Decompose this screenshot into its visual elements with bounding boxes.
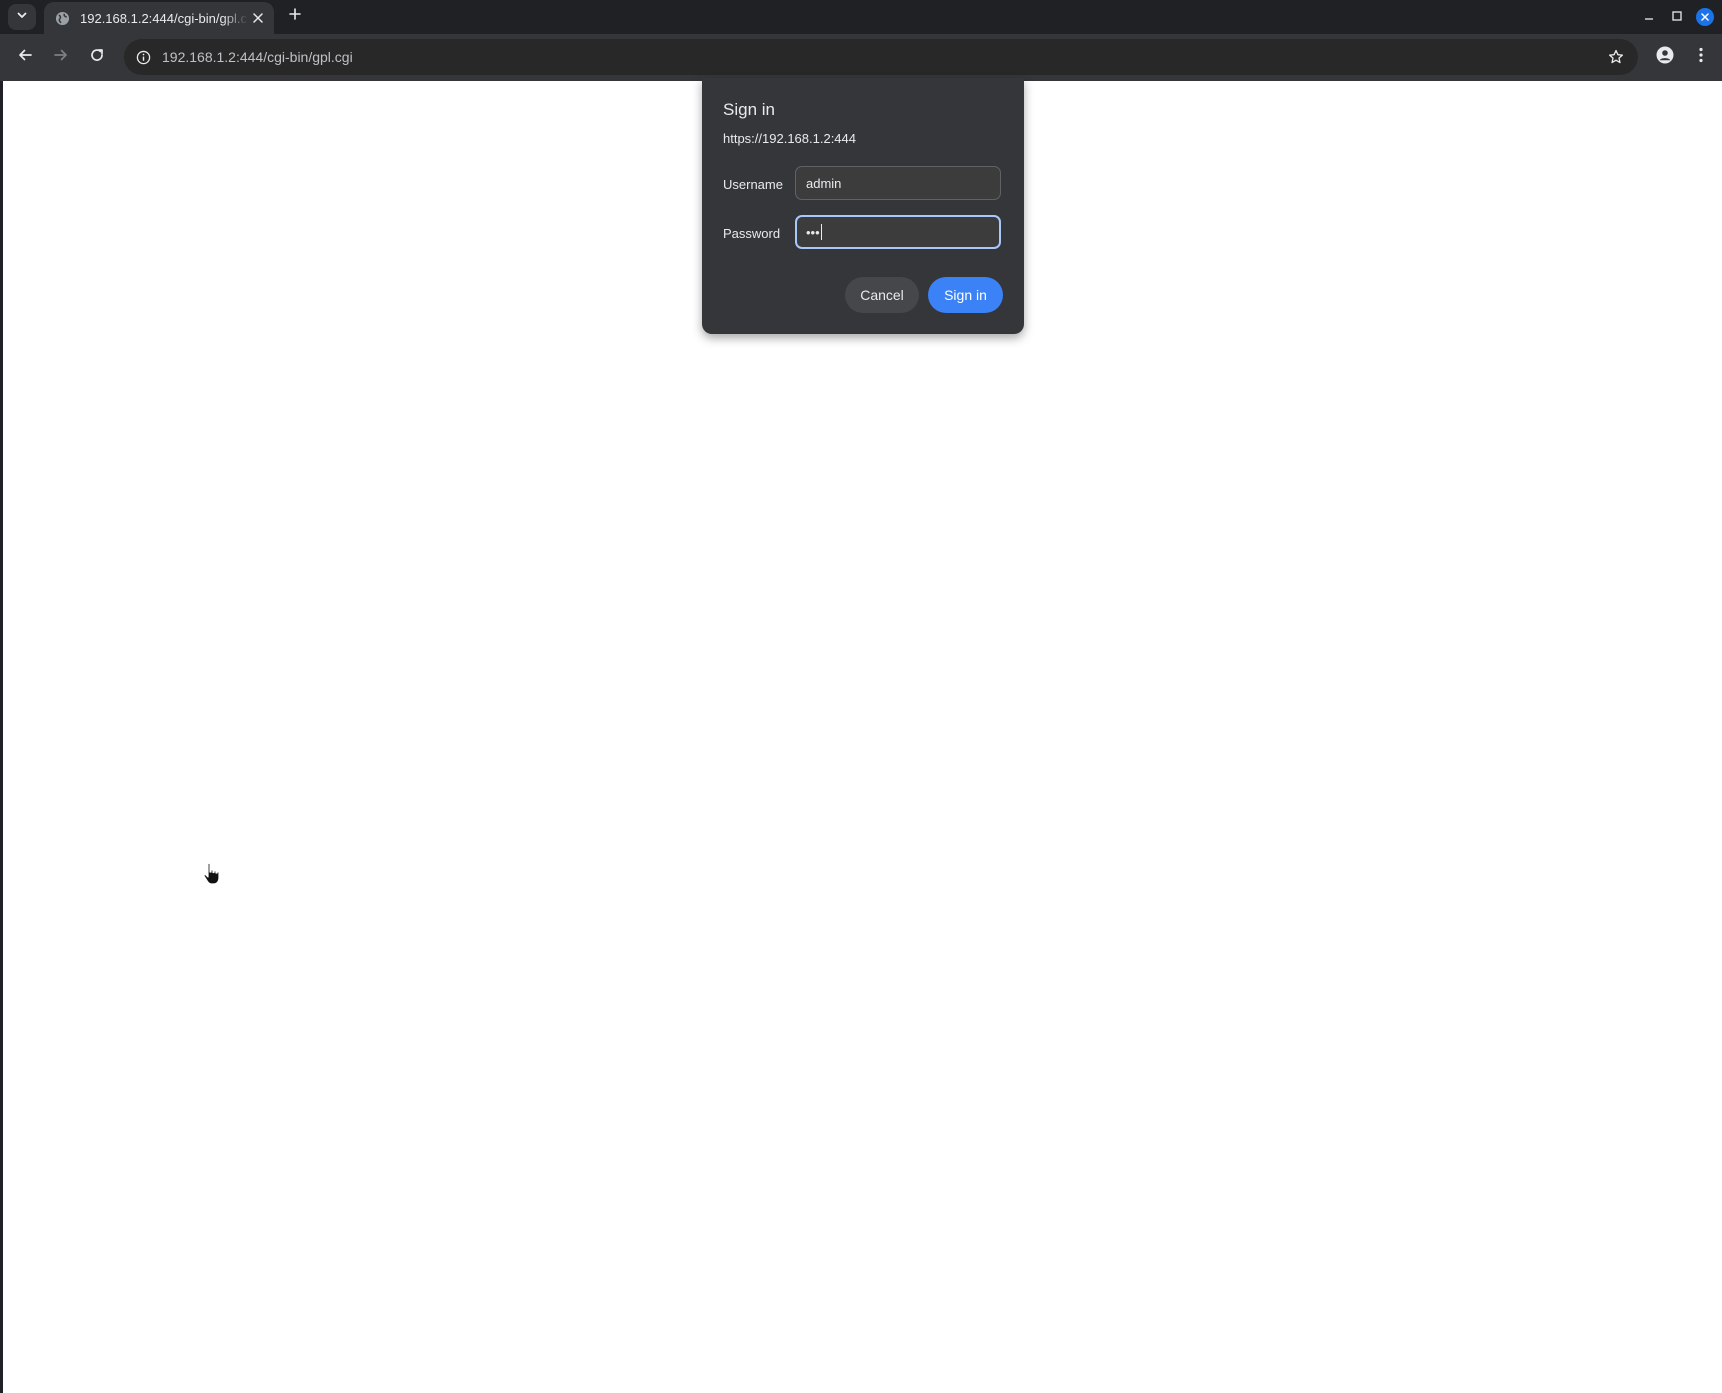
text-caret (820, 224, 822, 240)
arrow-right-icon (53, 47, 69, 68)
password-field[interactable]: ••• (795, 215, 1001, 249)
password-value: ••• (806, 224, 820, 240)
forward-button[interactable] (46, 42, 76, 72)
browser-tab-active[interactable]: 192.168.1.2:444/cgi-bin/gpl.cgi (44, 2, 274, 34)
cancel-button[interactable]: Cancel (845, 277, 919, 313)
person-icon (1656, 46, 1674, 69)
username-value: admin (806, 175, 842, 191)
minimize-icon (1644, 8, 1654, 26)
browser-chrome: 192.168.1.2:444/cgi-bin/gpl.cgi 192.168.… (0, 0, 1722, 81)
kebab-menu-icon (1699, 47, 1703, 68)
window-close-button[interactable] (1692, 4, 1718, 30)
tab-title: 192.168.1.2:444/cgi-bin/gpl.cgi (80, 10, 248, 26)
dialog-origin: https://192.168.1.2:444 (723, 131, 856, 146)
maximize-button[interactable] (1664, 4, 1690, 30)
browser-toolbar: 192.168.1.2:444/cgi-bin/gpl.cgi (0, 34, 1722, 81)
plus-icon (289, 7, 301, 25)
minimize-button[interactable] (1636, 4, 1662, 30)
reload-icon (89, 47, 105, 68)
username-field[interactable]: admin (795, 166, 1001, 200)
maximize-icon (1672, 8, 1682, 26)
globe-icon (54, 10, 70, 26)
close-icon (1696, 8, 1714, 26)
arrow-left-icon (17, 47, 33, 68)
address-bar[interactable]: 192.168.1.2:444/cgi-bin/gpl.cgi (124, 39, 1638, 75)
tab-close-icon[interactable] (250, 10, 266, 26)
sign-in-button[interactable]: Sign in (928, 277, 1003, 313)
address-url: 192.168.1.2:444/cgi-bin/gpl.cgi (162, 49, 353, 65)
reload-button[interactable] (82, 42, 112, 72)
username-label: Username (723, 177, 783, 192)
browser-menu-button[interactable] (1686, 42, 1716, 72)
new-tab-button[interactable] (284, 5, 306, 27)
profile-button[interactable] (1650, 42, 1680, 72)
sign-in-dialog: Sign in https://192.168.1.2:444 Username… (702, 78, 1024, 334)
back-button[interactable] (10, 42, 40, 72)
info-icon[interactable] (134, 48, 152, 66)
dialog-title: Sign in (723, 100, 775, 119)
chevron-down-icon (16, 8, 28, 26)
tab-search-button[interactable] (8, 4, 36, 30)
star-icon[interactable] (1606, 47, 1626, 67)
hand-cursor-icon (201, 862, 223, 886)
tab-strip: 192.168.1.2:444/cgi-bin/gpl.cgi (0, 0, 1722, 34)
password-label: Password (723, 226, 781, 241)
